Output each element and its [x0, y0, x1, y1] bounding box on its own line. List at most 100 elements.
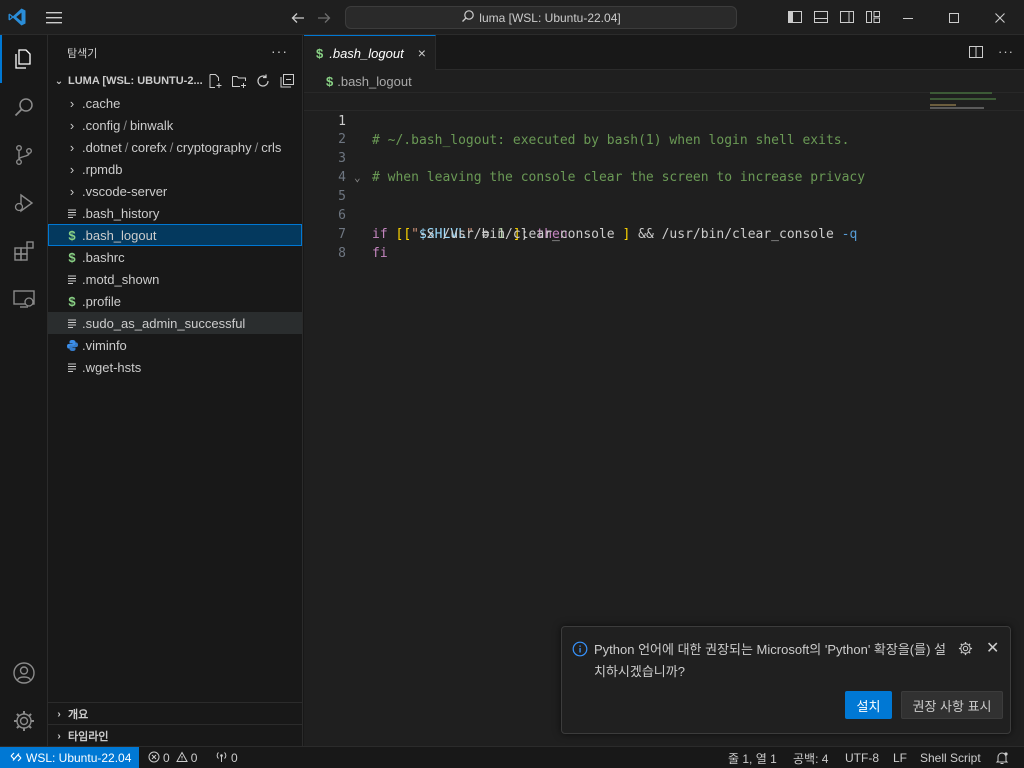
chevron-right-icon: › [69, 139, 75, 155]
tree-item-subpath: corefx [131, 139, 167, 155]
tree-item-vscode-server[interactable]: › .vscode-server [48, 180, 302, 202]
tab-close-icon[interactable]: × [418, 45, 426, 61]
tree-item-label: .motd_shown [82, 271, 160, 287]
notification-message: Python 언어에 대한 권장되는 Microsoft의 'Python' 확… [594, 642, 946, 679]
explorer-icon[interactable] [0, 35, 48, 83]
gear-icon[interactable] [958, 641, 973, 659]
more-actions-icon[interactable]: ··· [998, 44, 1014, 63]
remote-label: WSL: Ubuntu-22.04 [26, 751, 132, 765]
warning-count: 0 [190, 751, 198, 765]
split-editor-icon[interactable] [968, 44, 984, 63]
minimize-button[interactable] [885, 0, 931, 35]
manage-gear-icon[interactable] [0, 697, 48, 745]
remote-indicator[interactable]: WSL: Ubuntu-22.04 [0, 747, 139, 768]
breadcrumb[interactable]: $ .bash_logout [304, 70, 1024, 92]
tree-item-rpmdb[interactable]: › .rpmdb [48, 158, 302, 180]
tree-item-cache[interactable]: › .cache [48, 92, 302, 114]
shell-file-icon: $ [316, 45, 324, 61]
tab-bar: $ .bash_logout × ··· [304, 35, 1024, 70]
outline-section[interactable]: › 개요 [48, 702, 303, 725]
timeline-title: 타임라인 [68, 731, 109, 743]
info-icon [572, 641, 588, 660]
close-window-button[interactable] [977, 0, 1023, 35]
tree-item-sudo-as-admin[interactable]: .sudo_as_admin_successful [48, 312, 302, 334]
search-view-icon[interactable] [0, 83, 48, 131]
chevron-right-icon: › [69, 161, 75, 177]
shell-file-icon: $ [68, 293, 76, 309]
shell-file-icon: $ [68, 227, 76, 243]
outline-title: 개요 [68, 709, 89, 721]
remote-explorer-icon[interactable] [0, 275, 48, 323]
forward-arrow-icon[interactable] [315, 9, 333, 27]
tree-item-config[interactable]: › .config / binwalk [48, 114, 302, 136]
extensions-icon[interactable] [0, 227, 48, 275]
code-text: fi [372, 246, 388, 261]
indentation[interactable]: 공백: 4 [793, 747, 828, 768]
new-folder-icon[interactable] [230, 72, 248, 90]
tree-item-label: .cache [82, 95, 121, 111]
tree-item-dotnet[interactable]: › .dotnet / corefx / cryptography / crls [48, 136, 302, 158]
language-mode[interactable]: Shell Script [920, 747, 981, 768]
chevron-right-icon: › [69, 95, 75, 111]
code-line: 5 ⌄ if [ "$SHLVL" = 1 ]; then [304, 168, 1024, 242]
explorer-header: 탐색기 ··· [48, 35, 302, 70]
collapse-all-icon[interactable] [278, 72, 296, 90]
tree-item-label: .sudo_as_admin_successful [82, 315, 246, 331]
customize-layout-icon[interactable] [865, 9, 881, 25]
run-debug-icon[interactable] [0, 179, 48, 227]
accounts-icon[interactable] [0, 649, 48, 697]
extension-recommendation-notification: Python 언어에 대한 권장되는 Microsoft의 'Python' 확… [561, 626, 1011, 734]
tree-item-label: .viminfo [82, 337, 127, 353]
toggle-panel-icon[interactable] [813, 9, 829, 25]
code-line: 1 # ~/.bash_logout: executed by bash(1) … [304, 92, 1024, 148]
install-button[interactable]: 설치 [845, 691, 892, 719]
close-icon[interactable]: ✕ [986, 638, 999, 658]
tab-bash-logout[interactable]: $ .bash_logout × [304, 35, 436, 70]
tree-item-bashrc[interactable]: $ .bashrc [48, 246, 302, 268]
ports-indicator[interactable]: 0 [215, 747, 238, 768]
notifications-bell-icon[interactable] [995, 747, 1009, 768]
search-icon [461, 9, 475, 26]
tree-item-label: .dotnet [82, 139, 122, 155]
code-editor[interactable]: 1 # ~/.bash_logout: executed by bash(1) … [304, 92, 1024, 261]
text-file-icon [64, 205, 80, 221]
toggle-sidebar-icon[interactable] [787, 9, 803, 25]
tree-item-profile[interactable]: $ .profile [48, 290, 302, 312]
python-file-icon [64, 337, 80, 353]
command-center-search[interactable]: luma [WSL: Ubuntu-22.04] [345, 6, 737, 29]
source-control-icon[interactable] [0, 131, 48, 179]
toggle-secondary-sidebar-icon[interactable] [839, 9, 855, 25]
tree-item-label: .vscode-server [82, 183, 168, 199]
maximize-button[interactable] [931, 0, 977, 35]
file-tree: › .cache › .config / binwalk › .dotnet / cor… [48, 92, 302, 378]
show-recommendations-button[interactable]: 권장 사항 표시 [901, 691, 1003, 719]
tree-item-bash-history[interactable]: .bash_history [48, 202, 302, 224]
refresh-icon[interactable] [254, 72, 272, 90]
shell-file-icon: $ [326, 73, 334, 89]
error-icon [148, 751, 160, 766]
timeline-section[interactable]: › 타임라인 [48, 724, 303, 747]
cursor-position[interactable]: 줄 1, 열 1 [728, 747, 777, 768]
tree-item-viminfo[interactable]: .viminfo [48, 334, 302, 356]
end-of-line[interactable]: LF [893, 747, 907, 768]
status-bar: WSL: Ubuntu-22.04 0 0 0 줄 1, 열 1 공백: 4 U… [0, 746, 1024, 768]
encoding[interactable]: UTF-8 [845, 747, 879, 768]
activity-bar [0, 35, 48, 746]
error-count: 0 [163, 751, 170, 765]
tree-item-label: .bash_history [82, 205, 160, 221]
tree-item-label: .profile [82, 293, 122, 309]
minimap[interactable] [930, 92, 1010, 132]
tree-item-bash-logout[interactable]: $ .bash_logout [48, 224, 302, 246]
more-actions-icon[interactable]: ··· [271, 43, 288, 59]
explorer-title: 탐색기 [67, 47, 98, 60]
tree-item-motd-shown[interactable]: .motd_shown [48, 268, 302, 290]
problems-indicator[interactable]: 0 0 [148, 747, 197, 768]
folder-section-header[interactable]: ⌄ LUMA [WSL: UBUNTU-2... [48, 70, 302, 92]
back-arrow-icon[interactable] [289, 9, 307, 27]
remote-icon [10, 751, 22, 766]
menu-icon[interactable] [44, 9, 64, 27]
line-number: 8 [338, 246, 346, 261]
fold-chevron-icon[interactable]: ⌄ [354, 168, 361, 187]
tree-item-wget-hsts[interactable]: .wget-hsts [48, 356, 302, 378]
new-file-icon[interactable] [206, 72, 224, 90]
